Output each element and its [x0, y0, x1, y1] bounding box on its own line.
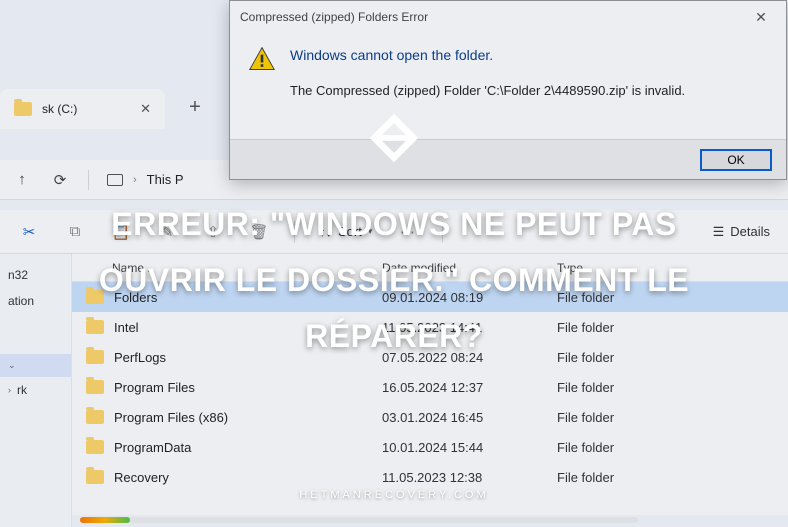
sort-icon: ↑↓ — [319, 224, 332, 239]
share-icon[interactable]: ⇪ — [202, 223, 224, 241]
tab-label: sk (C:) — [42, 102, 130, 116]
dialog-message-primary: Windows cannot open the folder. — [290, 47, 768, 63]
chevron-down-icon: ▾ — [368, 226, 373, 237]
folder-icon — [86, 410, 104, 424]
sidebar-item[interactable]: ›rk — [0, 377, 71, 403]
file-type: File folder — [557, 410, 788, 425]
file-date: 16.05.2024 12:37 — [382, 380, 557, 395]
table-row[interactable]: Program Files (x86) 03.01.2024 16:45File … — [72, 402, 788, 432]
file-date: 11.05.2023 12:38 — [382, 470, 557, 485]
toolbar: ✂ ⧉ 📋 ✎ ⇪ 🗑 ↑↓ Sort ▾ ⋯ ☰ Details — [0, 210, 788, 254]
details-icon: ☰ — [713, 224, 725, 240]
separator — [442, 221, 443, 243]
dialog-body: Windows cannot open the folder. The Comp… — [230, 33, 786, 108]
breadcrumb-segment[interactable]: This P — [147, 172, 184, 187]
cut-icon[interactable]: ✂ — [18, 223, 40, 241]
details-button[interactable]: ☰ Details — [713, 224, 770, 240]
dialog-footer: OK — [230, 139, 786, 179]
pc-icon — [107, 174, 123, 186]
chevron-right-icon: › — [8, 385, 11, 395]
file-name: PerfLogs — [114, 350, 166, 365]
delete-icon[interactable]: 🗑 — [248, 223, 270, 241]
folder-icon — [86, 350, 104, 364]
error-dialog: Compressed (zipped) Folders Error ✕ Wind… — [229, 0, 787, 180]
sidebar-item[interactable]: ation — [0, 288, 71, 314]
warning-icon — [248, 45, 276, 73]
up-icon[interactable]: ↑ — [12, 171, 32, 188]
file-name: Folders — [114, 290, 157, 305]
sidebar-item[interactable]: n32 — [0, 262, 71, 288]
file-date: 03.01.2024 16:45 — [382, 410, 557, 425]
close-icon[interactable]: ✕ — [746, 5, 776, 29]
file-date: 07.05.2022 08:24 — [382, 350, 557, 365]
dialog-titlebar: Compressed (zipped) Folders Error ✕ — [230, 1, 786, 33]
file-type: File folder — [557, 470, 788, 485]
horizontal-scrollbar[interactable] — [80, 517, 638, 523]
breadcrumb[interactable]: › This P — [107, 172, 184, 187]
sidebar: n32 ation ⌄ ›rk — [0, 254, 72, 527]
sort-label: Sort — [338, 224, 362, 239]
folder-icon — [86, 320, 104, 334]
drive-icon — [14, 102, 32, 116]
folder-icon — [86, 470, 104, 484]
file-name: Program Files — [114, 380, 195, 395]
folder-icon — [86, 290, 104, 304]
divider — [88, 170, 89, 190]
header-name[interactable]: Name — [72, 261, 382, 275]
separator — [294, 221, 295, 243]
sidebar-item[interactable]: ⌄ — [0, 354, 71, 377]
table-row[interactable]: PerfLogs 07.05.2022 08:24File folder — [72, 342, 788, 372]
file-date: 10.01.2024 15:44 — [382, 440, 557, 455]
copy-icon[interactable]: ⧉ — [64, 223, 86, 240]
file-date: 11.05.2023 14:41 — [382, 320, 557, 335]
more-icon[interactable]: ⋯ — [396, 223, 418, 241]
scrollbar-thumb[interactable] — [80, 517, 130, 523]
column-headers: Name Date modified Type — [72, 254, 788, 282]
details-label: Details — [730, 224, 770, 239]
header-type[interactable]: Type — [557, 261, 788, 275]
folder-icon — [86, 380, 104, 394]
file-list: Folders09.01.2024 08:19File folderIntel1… — [72, 282, 788, 515]
file-type: File folder — [557, 380, 788, 395]
new-tab-button[interactable]: + — [181, 93, 209, 121]
chevron-right-icon: › — [133, 174, 137, 186]
file-type: File folder — [557, 350, 788, 365]
file-type: File folder — [557, 440, 788, 455]
table-row[interactable]: Folders 09.01.2024 08:19File folder — [72, 282, 788, 312]
dialog-title: Compressed (zipped) Folders Error — [240, 10, 428, 24]
file-name: Program Files (x86) — [114, 410, 228, 425]
rename-icon[interactable]: ✎ — [156, 223, 178, 241]
file-date: 09.01.2024 08:19 — [382, 290, 557, 305]
refresh-icon[interactable]: ⟳ — [50, 171, 70, 189]
chevron-icon: ⌄ — [8, 360, 16, 371]
explorer-tab[interactable]: sk (C:) ✕ — [0, 89, 165, 129]
dialog-message-secondary: The Compressed (zipped) Folder 'C:\Folde… — [290, 83, 768, 98]
file-type: File folder — [557, 320, 788, 335]
file-type: File folder — [557, 290, 788, 305]
table-row[interactable]: Recovery 11.05.2023 12:38File folder — [72, 462, 788, 492]
close-tab-icon[interactable]: ✕ — [140, 101, 151, 117]
table-row[interactable]: Program Files 16.05.2024 12:37File folder — [72, 372, 788, 402]
ok-button[interactable]: OK — [700, 149, 772, 171]
file-name: Recovery — [114, 470, 169, 485]
file-name: ProgramData — [114, 440, 191, 455]
sort-button[interactable]: ↑↓ Sort ▾ — [319, 224, 372, 239]
table-row[interactable]: Intel 11.05.2023 14:41File folder — [72, 312, 788, 342]
paste-icon[interactable]: 📋 — [110, 223, 132, 241]
header-date[interactable]: Date modified — [382, 261, 557, 275]
file-name: Intel — [114, 320, 139, 335]
folder-icon — [86, 440, 104, 454]
table-row[interactable]: ProgramData 10.01.2024 15:44File folder — [72, 432, 788, 462]
